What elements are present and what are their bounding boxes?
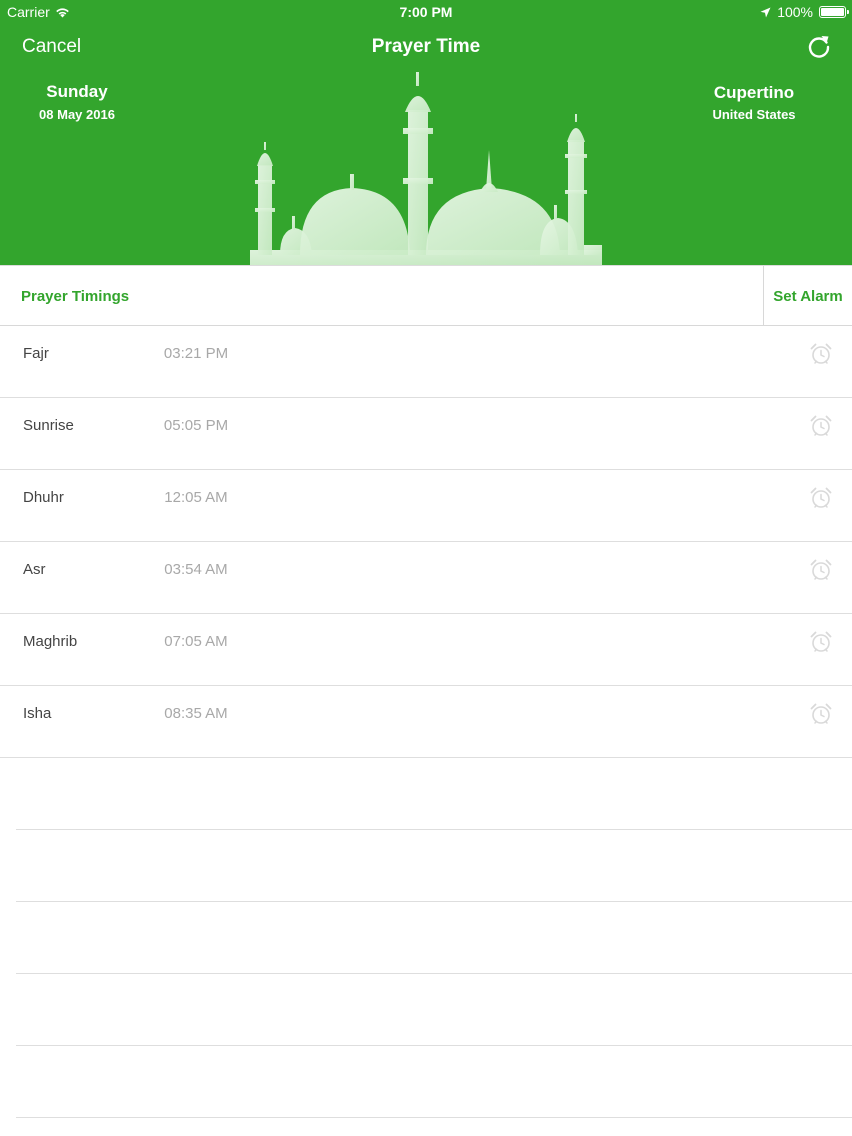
prayer-time: 03:21 PM [163, 345, 229, 362]
prayer-row-maghrib[interactable]: Maghrib 07:05 AM [0, 614, 852, 686]
empty-row [16, 974, 852, 1046]
prayer-timings-header: Prayer Timings [21, 288, 130, 305]
prayer-time: 07:05 AM [164, 633, 228, 650]
status-bar: Carrier 7:00 PM 100% [0, 0, 852, 24]
empty-rows [16, 758, 852, 1118]
navigation-bar: Cancel Prayer Time [0, 24, 852, 70]
day-label: Sunday [46, 82, 108, 101]
prayer-row-sunrise[interactable]: Sunrise 05:05 PM [0, 398, 852, 470]
prayer-row-dhuhr[interactable]: Dhuhr 12:05 AM [0, 470, 852, 542]
set-alarm-header[interactable]: Set Alarm [764, 288, 852, 305]
alarm-clock-icon[interactable] [809, 558, 833, 582]
prayer-row-fajr[interactable]: Fajr 03:21 PM [0, 326, 852, 398]
alarm-clock-icon[interactable] [809, 486, 833, 510]
city-label: Cupertino [713, 83, 795, 102]
prayer-row-isha[interactable]: Isha 08:35 AM [0, 686, 852, 758]
empty-row [16, 902, 852, 974]
mosque-illustration-icon [250, 72, 602, 265]
alarm-clock-icon[interactable] [809, 630, 833, 654]
alarm-clock-icon[interactable] [809, 342, 833, 366]
empty-row [16, 1046, 852, 1118]
prayer-list: Fajr 03:21 PM Sunrise 05:05 PM Dhuhr 12:… [0, 326, 852, 758]
status-right: 100% [760, 4, 849, 20]
date-label: 08 May 2016 [39, 107, 115, 122]
prayer-row-asr[interactable]: Asr 03:54 AM [0, 542, 852, 614]
page-title: Prayer Time [371, 36, 481, 57]
prayer-time: 08:35 AM [164, 705, 228, 722]
prayer-time: 03:54 AM [164, 561, 228, 578]
prayer-time: 12:05 AM [164, 489, 228, 506]
status-time: 7:00 PM [399, 4, 453, 20]
section-header: Prayer Timings Set Alarm [0, 265, 852, 326]
country-label: United States [712, 107, 796, 122]
battery-icon [819, 6, 849, 18]
location-arrow-icon [760, 7, 771, 17]
battery-percent: 100% [777, 4, 813, 20]
header-banner: Sunday 08 May 2016 Cupertino United Stat… [0, 70, 852, 265]
empty-row [16, 758, 852, 830]
empty-row [16, 830, 852, 902]
alarm-clock-icon[interactable] [809, 702, 833, 726]
refresh-icon[interactable] [806, 33, 832, 59]
alarm-clock-icon[interactable] [809, 414, 833, 438]
prayer-time: 05:05 PM [163, 417, 229, 434]
